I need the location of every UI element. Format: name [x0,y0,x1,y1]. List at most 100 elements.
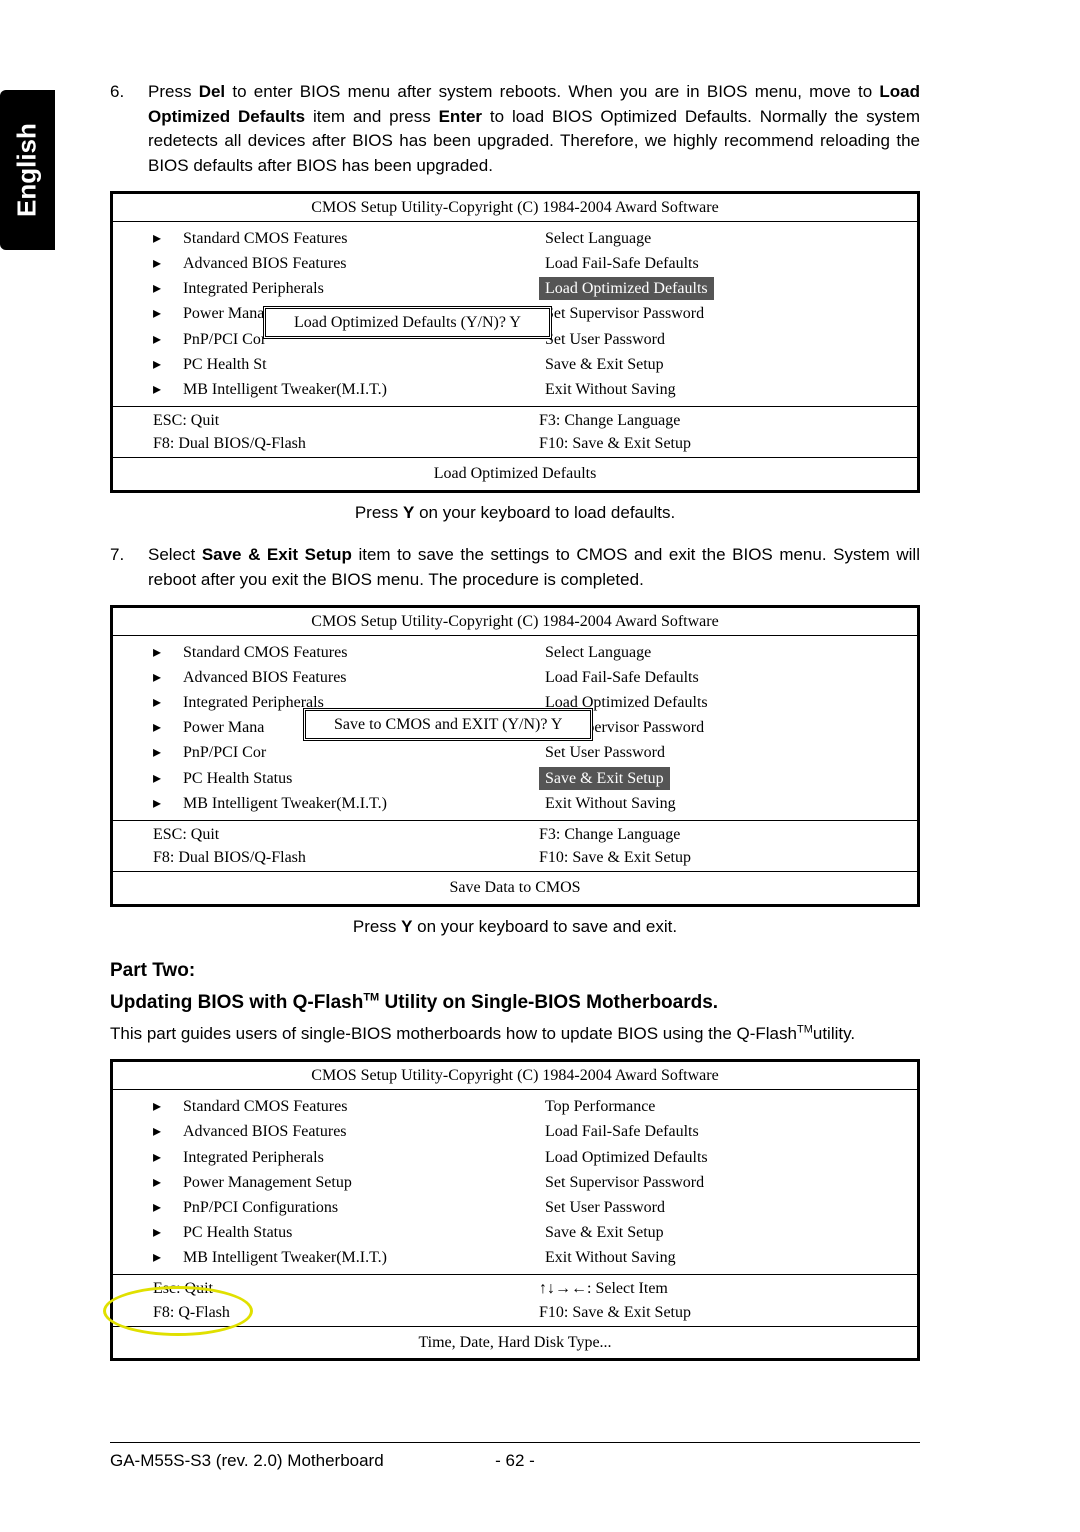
menu-item[interactable]: Load Fail-Safe Defaults [539,1120,705,1143]
menu-arrow-icon: ▸ [153,227,177,250]
hint-f8: F8: Q-Flash [153,1301,515,1324]
text: Press [148,82,199,101]
part-two-subheading: Updating BIOS with Q-FlashTM Utility on … [110,989,920,1017]
menu-item[interactable]: Standard CMOS Features [177,641,353,664]
menu-arrow-icon: ▸ [153,1221,177,1244]
bios-hints: ESC: Quit F8: Dual BIOS/Q-Flash F3: Chan… [113,821,917,872]
trademark: TM [363,991,379,1003]
step-number: 6. [110,80,148,179]
step-7: 7. Select Save & Exit Setup item to save… [110,543,920,592]
menu-item[interactable]: Standard CMOS Features [177,227,353,250]
menu-item[interactable]: Advanced BIOS Features [177,666,353,689]
bios-menu-right: Top Performance Load Fail-Safe Defaults … [515,1090,917,1274]
hint-f10: F10: Save & Exit Setup [539,846,917,869]
menu-arrow-icon: ▸ [153,1095,177,1118]
hint-esc: Esc: Quit [153,1277,515,1300]
bios-screenshot-2: CMOS Setup Utility-Copyright (C) 1984-20… [110,605,920,907]
menu-item[interactable]: PC Health St [177,353,273,376]
footer-page-number: - 62 - [455,1449,575,1474]
menu-arrow-icon: ▸ [153,792,177,815]
menu-item[interactable]: Set Supervisor Password [539,302,710,325]
part-two-lead: This part guides users of single-BIOS mo… [110,1022,920,1047]
bios-screenshot-3: CMOS Setup Utility-Copyright (C) 1984-20… [110,1059,920,1361]
menu-item[interactable]: Advanced BIOS Features [177,252,353,275]
menu-item[interactable]: Load Fail-Safe Defaults [539,252,705,275]
bios-hints: ESC: Quit F8: Dual BIOS/Q-Flash F3: Chan… [113,407,917,458]
text: This part guides users of single-BIOS mo… [110,1024,797,1043]
menu-item[interactable]: PC Health Status [177,1221,298,1244]
menu-arrow-icon: ▸ [153,302,177,325]
menu-item[interactable]: Power Management Setup [177,1171,358,1194]
key-y: Y [403,503,414,522]
menu-item[interactable]: Select Language [539,641,657,664]
menu-arrow-icon: ▸ [153,1246,177,1269]
menu-item[interactable]: Advanced BIOS Features [177,1120,353,1143]
menu-arrow-icon: ▸ [153,252,177,275]
menu-item[interactable]: Load Fail-Safe Defaults [539,666,705,689]
menu-item[interactable]: MB Intelligent Tweaker(M.I.T.) [177,792,393,815]
menu-arrow-icon: ▸ [153,1146,177,1169]
caption-2: Press Y on your keyboard to save and exi… [110,915,920,940]
hint-f8: F8: Dual BIOS/Q-Flash [153,432,515,455]
menu-item[interactable]: Load Optimized Defaults [539,1146,714,1169]
step-6: 6. Press Del to enter BIOS menu after sy… [110,80,920,179]
menu-item[interactable]: PC Health Status [177,767,298,790]
bios-title: CMOS Setup Utility-Copyright (C) 1984-20… [113,1062,917,1090]
menu-item[interactable]: Set User Password [539,328,671,351]
text: on your keyboard to load defaults. [414,503,675,522]
bios-status: Save Data to CMOS [113,872,917,903]
text: to enter BIOS menu after system reboots.… [225,82,879,101]
menu-item[interactable]: Integrated Peripherals [177,277,330,300]
hint-f3: F3: Change Language [539,409,917,432]
menu-arrow-icon: ▸ [153,1196,177,1219]
key-enter: Enter [439,107,482,126]
step-number: 7. [110,543,148,592]
menu-item[interactable]: MB Intelligent Tweaker(M.I.T.) [177,378,393,401]
menu-item-highlighted[interactable]: Load Optimized Defaults [539,277,714,300]
language-tab: English [0,90,55,250]
bios-dialog-load-defaults[interactable]: Load Optimized Defaults (Y/N)? Y [263,306,552,339]
bios-hints: Esc: Quit F8: Q-Flash ↑↓→←: Select Item … [113,1275,917,1326]
menu-item[interactable]: Power Mana [177,716,270,739]
menu-item[interactable]: PnP/PCI Cor [177,328,272,351]
menu-item[interactable]: Standard CMOS Features [177,1095,353,1118]
menu-item[interactable]: MB Intelligent Tweaker(M.I.T.) [177,1246,393,1269]
menu-arrow-icon: ▸ [153,1171,177,1194]
key-del: Del [199,82,225,101]
menu-item[interactable]: PnP/PCI Configurations [177,1196,344,1219]
menu-item[interactable]: Save & Exit Setup [539,1221,670,1244]
hint-esc: ESC: Quit [153,823,515,846]
text: on your keyboard to save and exit. [412,917,677,936]
menu-item-name: Save & Exit Setup [202,545,352,564]
menu-item[interactable]: Exit Without Saving [539,378,682,401]
hint-f3: F3: Change Language [539,823,917,846]
menu-item[interactable]: Exit Without Saving [539,792,682,815]
menu-item[interactable]: Exit Without Saving [539,1246,682,1269]
bios-menu-right: Select Language Load Fail-Safe Defaults … [515,222,917,406]
menu-arrow-icon: ▸ [153,641,177,664]
hint-f10: F10: Save & Exit Setup [539,1301,917,1324]
hint-esc: ESC: Quit [153,409,515,432]
menu-item[interactable]: Select Language [539,227,657,250]
page-footer: GA-M55S-S3 (rev. 2.0) Motherboard - 62 - [110,1442,920,1474]
hint-f10: F10: Save & Exit Setup [539,432,917,455]
menu-arrow-icon: ▸ [153,353,177,376]
menu-item[interactable]: Set User Password [539,1196,671,1219]
bios-menu-left: ▸Standard CMOS Features ▸Advanced BIOS F… [113,1090,515,1274]
menu-arrow-icon: ▸ [153,767,177,790]
menu-item[interactable]: Set User Password [539,741,671,764]
menu-arrow-icon: ▸ [153,378,177,401]
bios-dialog-save-cmos[interactable]: Save to CMOS and EXIT (Y/N)? Y [303,708,593,741]
text: Press [355,503,403,522]
menu-item[interactable]: PnP/PCI Cor [177,741,272,764]
menu-item[interactable]: Integrated Peripherals [177,1146,330,1169]
hint-arrows: ↑↓→←: Select Item [539,1277,917,1300]
menu-arrow-icon: ▸ [153,666,177,689]
menu-item-highlighted[interactable]: Save & Exit Setup [539,767,670,790]
bios-screenshot-1: CMOS Setup Utility-Copyright (C) 1984-20… [110,191,920,493]
page-content: 6. Press Del to enter BIOS menu after sy… [110,80,920,1361]
menu-item[interactable]: Top Performance [539,1095,661,1118]
menu-item[interactable]: Save & Exit Setup [539,353,670,376]
text: utility. [813,1024,855,1043]
menu-item[interactable]: Set Supervisor Password [539,1171,710,1194]
